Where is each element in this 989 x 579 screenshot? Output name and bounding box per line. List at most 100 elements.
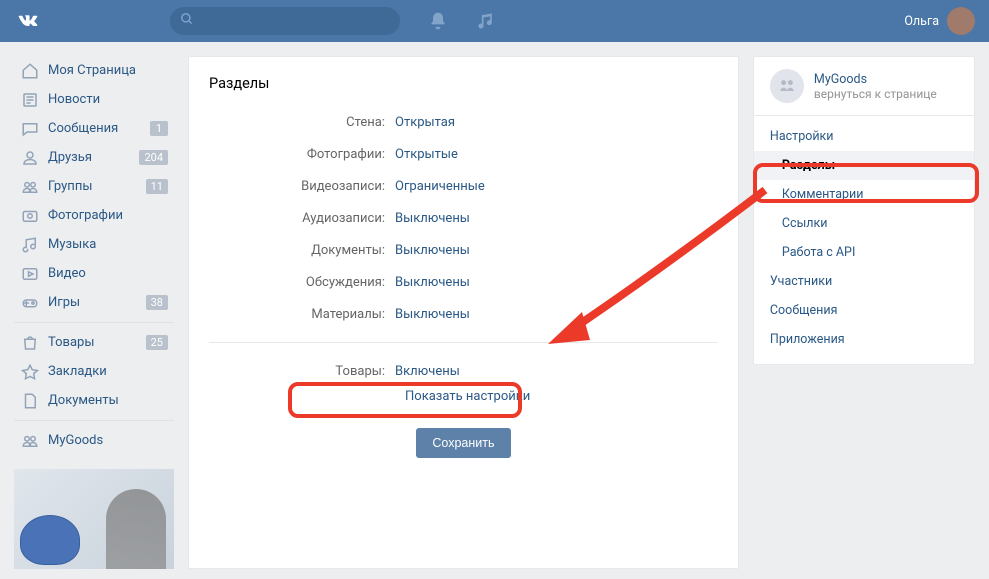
settings-nav-soobscheniya[interactable]: Сообщения [754,296,974,325]
setting-row: Видеозаписи:Ограниченные [209,170,718,202]
setting-label: Материалы: [209,307,395,322]
nav-item-igry[interactable]: Игры38 [14,288,174,317]
games-icon [20,293,40,313]
market-icon [20,333,40,353]
photo-icon [20,206,40,226]
nav-item-mygoods[interactable]: MyGoods [14,426,174,455]
video-icon [20,264,40,284]
nav-item-zakladki[interactable]: Закладки [14,357,174,386]
user-avatar [947,7,975,35]
setting-label: Аудиозаписи: [209,211,395,226]
setting-select[interactable]: Выключены [395,275,470,290]
topbar: Ольга [0,0,989,42]
nav-item-gruppy[interactable]: Группы11 [14,172,174,201]
group-header[interactable]: MyGoods вернуться к странице [754,57,974,115]
setting-select[interactable]: Открытая [395,115,455,130]
nav-item-muzyka[interactable]: Музыка [14,230,174,259]
setting-row: Фотографии:Открытые [209,138,718,170]
nav-item-video[interactable]: Видео [14,259,174,288]
nav-label: Новости [48,92,168,107]
setting-row-goods: Товары: Включены [209,355,718,387]
nav-label: Друзья [48,150,139,165]
nav-badge: 38 [146,295,168,310]
nav-item-tovary[interactable]: Товары25 [14,328,174,357]
search-input[interactable] [170,7,400,35]
nav-label: Группы [48,179,146,194]
promo-block[interactable] [14,469,174,569]
home-icon [20,61,40,81]
setting-row: Стена:Открытая [209,106,718,138]
settings-nav-nastroiki[interactable]: Настройки [754,122,974,151]
section-settings: Стена:ОткрытаяФотографии:ОткрытыеВидеоза… [209,106,718,330]
settings-nav-uchastniki[interactable]: Участники [754,267,974,296]
vk-logo[interactable] [14,7,42,35]
setting-select[interactable]: Ограниченные [395,179,485,194]
setting-row: Материалы:Выключены [209,298,718,330]
nav-label: Моя Страница [48,63,168,78]
back-link-text: вернуться к странице [814,87,937,101]
search-icon [180,12,194,30]
friends-icon [20,148,40,168]
fav-icon [20,362,40,382]
setting-select[interactable]: Выключены [395,211,470,226]
nav-item-soobscheniya[interactable]: Сообщения1 [14,114,174,143]
nav-separator [14,420,174,421]
settings-nav-kommentarii[interactable]: Комментарии [754,180,974,209]
setting-label: Фотографии: [209,147,395,162]
setting-select[interactable]: Выключены [395,243,470,258]
music-icon [20,235,40,255]
msg-icon [20,119,40,139]
nav-item-druzya[interactable]: Друзья204 [14,143,174,172]
nav-label: Музыка [48,237,168,252]
nav-label: Товары [48,335,146,350]
nav-separator [14,322,174,323]
setting-label: Стена: [209,115,395,130]
top-icons [428,11,496,31]
bell-icon[interactable] [428,11,448,31]
nav-item-moya-stranitsa[interactable]: Моя Страница [14,56,174,85]
nav-badge: 1 [150,121,168,136]
setting-row: Обсуждения:Выключены [209,266,718,298]
settings-nav-rabota-s-api[interactable]: Работа с API [754,238,974,267]
nav-item-dokumenty[interactable]: Документы [14,386,174,415]
left-nav: Моя СтраницаНовостиСообщения1Друзья204Гр… [14,56,174,569]
nav-item-fotografii[interactable]: Фотографии [14,201,174,230]
show-settings-link[interactable]: Показать настройки [405,389,718,404]
nav-badge: 204 [139,150,168,165]
nav-badge: 11 [146,179,168,194]
settings-nav-ssylki[interactable]: Ссылки [754,209,974,238]
save-button[interactable]: Сохранить [416,428,510,458]
setting-row: Документы:Выключены [209,234,718,266]
settings-panel: Разделы Стена:ОткрытаяФотографии:Открыты… [188,56,739,569]
nav-label: Видео [48,266,168,281]
user-name: Ольга [904,14,939,29]
nav-label: Сообщения [48,121,150,136]
nav-label: Закладки [48,364,168,379]
nav-label: Игры [48,295,146,310]
docs-icon [20,391,40,411]
music-icon[interactable] [476,11,496,31]
news-icon [20,90,40,110]
nav-item-novosti[interactable]: Новости [14,85,174,114]
setting-select[interactable]: Открытые [395,147,458,162]
settings-nav-razdely[interactable]: Разделы [754,151,974,180]
nav-badge: 25 [146,335,168,350]
right-panel: MyGoods вернуться к странице НастройкиРа… [753,56,975,365]
separator [209,342,718,343]
user-menu[interactable]: Ольга [904,7,975,35]
settings-nav-prilozheniya[interactable]: Приложения [754,325,974,354]
group-avatar [770,69,804,103]
nav-label: Фотографии [48,208,168,223]
settings-nav: НастройкиРазделыКомментарииСсылкиРабота … [754,116,974,364]
setting-label: Видеозаписи: [209,179,395,194]
nav-label: Документы [48,393,168,408]
setting-select[interactable]: Выключены [395,307,470,322]
setting-select-goods[interactable]: Включены [395,364,460,379]
setting-label: Товары: [209,364,395,379]
setting-row: Аудиозаписи:Выключены [209,202,718,234]
setting-label: Документы: [209,243,395,258]
groups-icon [20,177,40,197]
setting-label: Обсуждения: [209,275,395,290]
group-icon [20,431,40,451]
nav-label: MyGoods [48,433,168,448]
